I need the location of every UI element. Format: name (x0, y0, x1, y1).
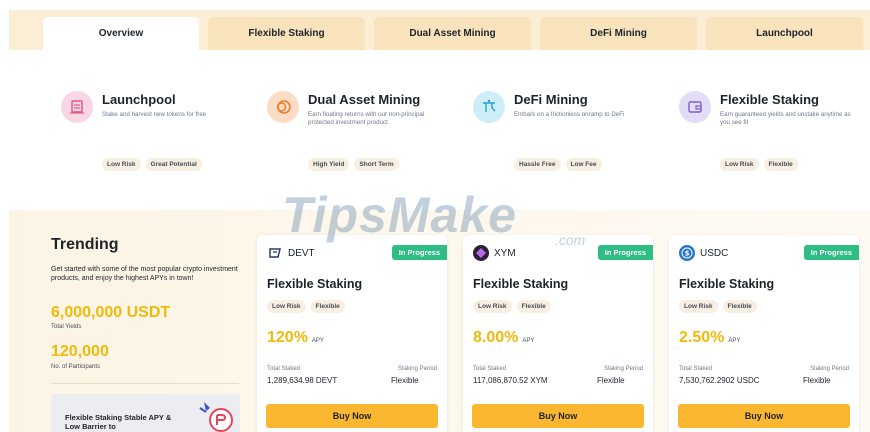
total-yields-value: 6,000,000 USDT (51, 304, 171, 321)
staking-period-value: Flexible (803, 376, 831, 385)
tab-launchpool[interactable]: Launchpool (706, 17, 863, 50)
card-tag: Low Risk (473, 300, 512, 313)
usdc-coin-icon: $ (679, 245, 695, 261)
watermark-domain: .com (555, 232, 586, 248)
total-staked-value: 7,530,762.2902 USDC (679, 376, 760, 385)
tab-defi-mining[interactable]: DeFi Mining (540, 17, 697, 50)
staking-period-value: Flexible (597, 376, 625, 385)
total-yields-label: Total Yields (51, 324, 82, 330)
product-tag: Low Fee (565, 158, 602, 171)
product-tag: High Yield (308, 158, 350, 171)
tab-overview[interactable]: Overview (43, 17, 199, 50)
card-tag: Flexible (516, 300, 551, 313)
product-tag: Low Risk (720, 158, 759, 171)
staking-period-label: Staking Period (809, 366, 849, 372)
apy-value: 8.00% (473, 329, 519, 346)
rocket-illustration-icon (196, 398, 236, 432)
product-title: DeFi Mining (514, 92, 588, 107)
staking-period-label: Staking Period (397, 366, 437, 372)
wallet-icon (679, 91, 711, 123)
product-tag: Short Term (354, 158, 399, 171)
status-badge: In Progress (391, 245, 447, 260)
product-dual-asset-mining[interactable]: Dual Asset Mining Earn floating returns … (267, 90, 457, 180)
trending-description: Get started with some of the most popula… (51, 266, 238, 282)
card-tag: Low Risk (679, 300, 718, 313)
card-title: Flexible Staking (679, 277, 775, 291)
tab-flexible-staking[interactable]: Flexible Staking (208, 17, 365, 50)
apy-value: 2.50% (679, 329, 725, 346)
watermark: TipsMake (282, 187, 517, 243)
product-tag: Great Potential (145, 158, 202, 171)
launchpool-icon (61, 91, 93, 123)
apy-label: APY (522, 338, 535, 344)
apy-label: APY (311, 338, 324, 344)
apy-label: APY (728, 338, 741, 344)
trending-title: Trending (51, 236, 119, 253)
participants-label: No. of Participants (51, 364, 101, 370)
product-title: Launchpool (102, 92, 176, 107)
tab-bar: Overview Flexible Staking Dual Asset Min… (9, 10, 870, 50)
total-staked-label: Total Staked (267, 366, 301, 372)
product-tag: Low Risk (102, 158, 141, 171)
svg-text:$: $ (685, 250, 690, 258)
card-tag: Low Risk (267, 300, 306, 313)
buy-now-button[interactable]: Buy Now (266, 404, 438, 428)
promo-banner[interactable]: Flexible Staking Stable APY & Low Barrie… (51, 394, 240, 432)
coin-name: USDC (700, 247, 729, 259)
total-staked-value: 1,289,634.98 DEVT (267, 376, 338, 385)
product-description: Earn floating returns with our non-princ… (308, 111, 425, 126)
card-title: Flexible Staking (267, 277, 363, 291)
total-staked-label: Total Staked (679, 366, 713, 372)
promo-text: Flexible Staking Stable APY & Low Barrie… (65, 413, 172, 431)
buy-now-button[interactable]: Buy Now (678, 404, 850, 428)
staking-card-usdc: $ USDC In Progress Flexible Staking Low … (669, 235, 859, 432)
product-description: Embark on a frictionless onramp to DeFi (514, 111, 625, 118)
defi-icon (473, 91, 505, 123)
product-title: Dual Asset Mining (308, 92, 421, 107)
product-launchpool[interactable]: Launchpool Stake and harvest new tokens … (61, 90, 251, 180)
product-tag: Hassle Free (514, 158, 561, 171)
divider (51, 383, 239, 384)
card-tag: Flexible (310, 300, 345, 313)
product-tag: Flexible (763, 158, 798, 171)
staking-card-xym: XYM In Progress Flexible Staking Low Ris… (463, 235, 653, 432)
product-flexible-staking[interactable]: Flexible Staking Earn guaranteed yields … (679, 90, 869, 180)
card-tag: Flexible (722, 300, 757, 313)
product-defi-mining[interactable]: DeFi Mining Embark on a frictionless onr… (473, 90, 663, 180)
buy-now-button[interactable]: Buy Now (472, 404, 644, 428)
staking-card-devt: DEVT In Progress Flexible Staking Low Ri… (257, 235, 447, 432)
coin-name: DEVT (288, 247, 315, 259)
card-title: Flexible Staking (473, 277, 569, 291)
status-badge: In Progress (803, 245, 859, 260)
product-description: Stake and harvest new tokens for free (102, 111, 207, 118)
staking-period-label: Staking Period (603, 366, 643, 372)
status-badge: In Progress (597, 245, 653, 260)
dual-asset-icon (267, 91, 299, 123)
devt-coin-icon (267, 245, 283, 261)
total-staked-label: Total Staked (473, 366, 507, 372)
staking-period-value: Flexible (391, 376, 419, 385)
total-staked-value: 117,086,870.52 XYM (473, 376, 548, 385)
coin-name: XYM (494, 247, 516, 259)
xym-coin-icon (473, 245, 489, 261)
product-description: Earn guaranteed yields and unstake anyti… (720, 111, 851, 126)
apy-value: 120% (267, 329, 308, 346)
tab-dual-asset-mining[interactable]: Dual Asset Mining (374, 17, 531, 50)
participants-value: 120,000 (51, 343, 109, 360)
product-title: Flexible Staking (720, 92, 819, 107)
